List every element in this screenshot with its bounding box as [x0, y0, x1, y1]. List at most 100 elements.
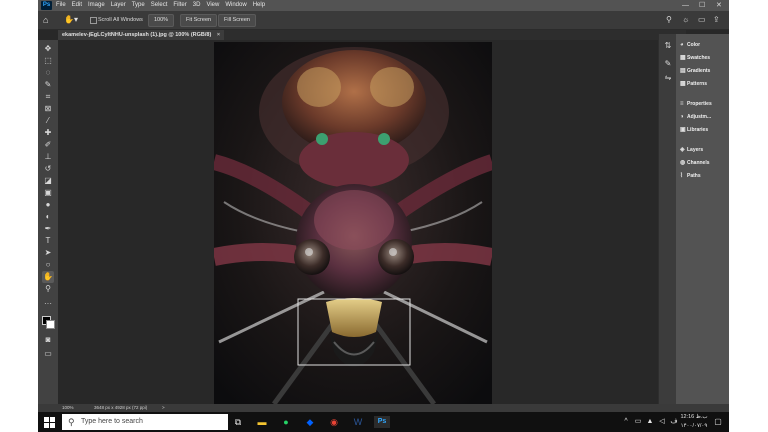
menu-3d[interactable]: 3D [193, 0, 201, 11]
frame-tool-icon[interactable]: ⊠ [42, 103, 54, 115]
clone-stamp-tool-icon[interactable]: ⊥ [42, 151, 54, 163]
path-selection-tool-icon[interactable]: ➤ [42, 247, 54, 259]
network-icon[interactable]: ▲ [644, 416, 656, 428]
windows-taskbar: ⚲ Type here to search ⧉ ▬ ● ◆ ◉ W Ps ^ ▭… [38, 412, 729, 432]
learn-icon[interactable]: ☼ [682, 14, 692, 26]
photoshop-window: Ps File Edit Image Layer Type Select Filter 3D V… [38, 0, 729, 432]
panel-layers-label: Layers [687, 147, 704, 153]
brush-tool-icon[interactable]: ✐ [42, 139, 54, 151]
panel-gradients-label: Gradients [687, 68, 711, 74]
quick-selection-tool-icon[interactable]: ✎ [42, 79, 54, 91]
task-view-icon[interactable]: ⧉ [232, 416, 244, 428]
panel-channels-label: Channels [687, 160, 710, 166]
move-tool-icon[interactable]: ✥ [42, 43, 54, 55]
notifications-icon[interactable]: ▢ [712, 416, 724, 428]
panel-color-label: Color [687, 42, 701, 48]
gradient-tool-icon[interactable]: ▣ [42, 187, 54, 199]
windows-start-icon[interactable] [44, 417, 55, 428]
menu-layer[interactable]: Layer [111, 0, 126, 11]
background-color-swatch[interactable] [46, 320, 55, 329]
hand-tool-preset-icon[interactable]: ✋▾ [64, 14, 78, 26]
search-icon[interactable]: ⚲ [666, 14, 676, 26]
file-explorer-icon[interactable]: ▬ [256, 416, 268, 428]
quick-mask-icon[interactable]: ◙ [42, 334, 54, 346]
fit-screen-button[interactable]: Fit Screen [180, 14, 218, 27]
menu-view[interactable]: View [206, 0, 219, 11]
layers-icon: ◈ [680, 147, 685, 153]
home-icon[interactable]: ⌂ [43, 14, 55, 26]
zoom-100-button[interactable]: 100% [148, 14, 175, 27]
dodge-tool-icon[interactable]: ◐ [42, 211, 54, 223]
panel-color[interactable]: ◕ Color [680, 40, 700, 50]
brush-settings-icon[interactable]: ✎ [662, 58, 674, 70]
history-brush-tool-icon[interactable]: ↺ [42, 163, 54, 175]
status-arrow-icon[interactable]: > [162, 404, 165, 412]
scroll-all-windows-checkbox[interactable] [90, 17, 97, 24]
menu-image[interactable]: Image [88, 0, 105, 11]
status-zoom[interactable]: 100% [62, 404, 74, 412]
screen-mode-icon[interactable]: ▭ [42, 348, 54, 360]
menu-help[interactable]: Help [253, 0, 265, 11]
lasso-tool-icon[interactable]: ◌ [42, 67, 54, 79]
photoshop-taskbar-icon[interactable]: Ps [374, 416, 390, 428]
panel-channels[interactable]: ◍ Channels [680, 158, 710, 168]
close-tab-icon[interactable]: × [217, 32, 220, 38]
chrome-icon[interactable]: ◉ [328, 416, 340, 428]
marquee-tool-icon[interactable]: ⬚ [42, 55, 54, 67]
menu-select[interactable]: Select [151, 0, 168, 11]
taskbar-search-box[interactable]: ⚲ Type here to search [62, 414, 228, 430]
panel-swatches[interactable]: ▦Swatches [680, 53, 710, 63]
panels-dock: ◕ Color ▦Swatches ▤Gradients ▩Patterns ≡ P… [676, 34, 729, 404]
panel-layers[interactable]: ◈ Layers [680, 145, 703, 155]
tiger-beetle-photo[interactable] [214, 42, 492, 404]
clock-date: ۱۴۰۰/۰۷/۰۹ [680, 423, 708, 429]
tray-chevron-icon[interactable]: ^ [620, 416, 632, 428]
clock[interactable]: 12:16 ب.ظ ۱۴۰۰/۰۷/۰۹ [678, 413, 710, 431]
hand-tool-icon[interactable]: ✋ [42, 271, 54, 283]
panel-adjustments-label: Adjustm... [687, 114, 712, 120]
panel-paths[interactable]: ⌇ Paths [680, 171, 701, 181]
workspace-icon[interactable]: ▭ [698, 14, 708, 26]
share-icon[interactable]: ⇪ [713, 14, 725, 26]
ellipse-tool-icon[interactable]: ○ [42, 259, 54, 271]
maximize-icon[interactable]: ☐ [699, 0, 705, 11]
more-tools-icon[interactable]: ··· [42, 298, 54, 310]
document-tab-title: ekamelev-jEgLCyItNHU-unsplash (1).jpg @ … [62, 32, 212, 38]
menu-window[interactable]: Window [225, 0, 246, 11]
document-tab[interactable]: ekamelev-jEgLCyItNHU-unsplash (1).jpg @ … [58, 30, 225, 40]
volume-icon[interactable]: ◁ [656, 416, 668, 428]
menu-file[interactable]: File [56, 0, 66, 11]
display-icon[interactable]: ▭ [632, 416, 644, 428]
history-icon[interactable]: ⇅ [662, 40, 674, 52]
eyedropper-tool-icon[interactable]: ⁄ [42, 115, 54, 127]
panel-libraries[interactable]: ▣Libraries [680, 125, 708, 135]
zoom-tool-icon[interactable]: ⚲ [42, 283, 54, 295]
panel-properties[interactable]: ≡ Properties [680, 99, 712, 109]
dropbox-icon[interactable]: ◆ [304, 416, 316, 428]
panel-gradients[interactable]: ▤Gradients [680, 66, 710, 76]
crop-tool-icon[interactable]: ⌗ [42, 91, 54, 103]
pen-tool-icon[interactable]: ✒ [42, 223, 54, 235]
whatsapp-icon[interactable]: ● [280, 416, 292, 428]
menu-filter[interactable]: Filter [173, 0, 186, 11]
status-bar: 100% 3648 px x 4928 px (72 ppi) > [38, 404, 729, 412]
word-icon[interactable]: W [352, 416, 364, 428]
libraries-icon: ▣ [680, 127, 686, 133]
panel-patterns[interactable]: ▩Patterns [680, 79, 707, 89]
blur-tool-icon[interactable]: ● [42, 199, 54, 211]
healing-brush-tool-icon[interactable]: ✚ [42, 127, 54, 139]
minimize-icon[interactable]: — [682, 0, 689, 11]
channels-icon: ◍ [680, 160, 686, 166]
close-window-icon[interactable]: ✕ [716, 0, 722, 11]
tools-panel: ✥ ⬚ ◌ ✎ ⌗ ⊠ ⁄ ✚ ✐ ⊥ ↺ ◪ ▣ ● ◐ ✒ T ➤ ○ ✋ … [38, 40, 59, 404]
options-bar: ⌂ ✋▾ Scroll All Windows 100% Fit Screen … [38, 11, 729, 30]
panel-adjustments[interactable]: ◑ Adjustm... [680, 112, 711, 122]
panel-libraries-label: Libraries [687, 127, 709, 133]
adjust-panel-icon[interactable]: ⇋ [662, 72, 674, 84]
eraser-tool-icon[interactable]: ◪ [42, 175, 54, 187]
fill-screen-button[interactable]: Fill Screen [218, 14, 256, 27]
canvas-area[interactable] [58, 40, 686, 404]
type-tool-icon[interactable]: T [42, 235, 54, 247]
menu-edit[interactable]: Edit [72, 0, 82, 11]
menu-type[interactable]: Type [132, 0, 145, 11]
